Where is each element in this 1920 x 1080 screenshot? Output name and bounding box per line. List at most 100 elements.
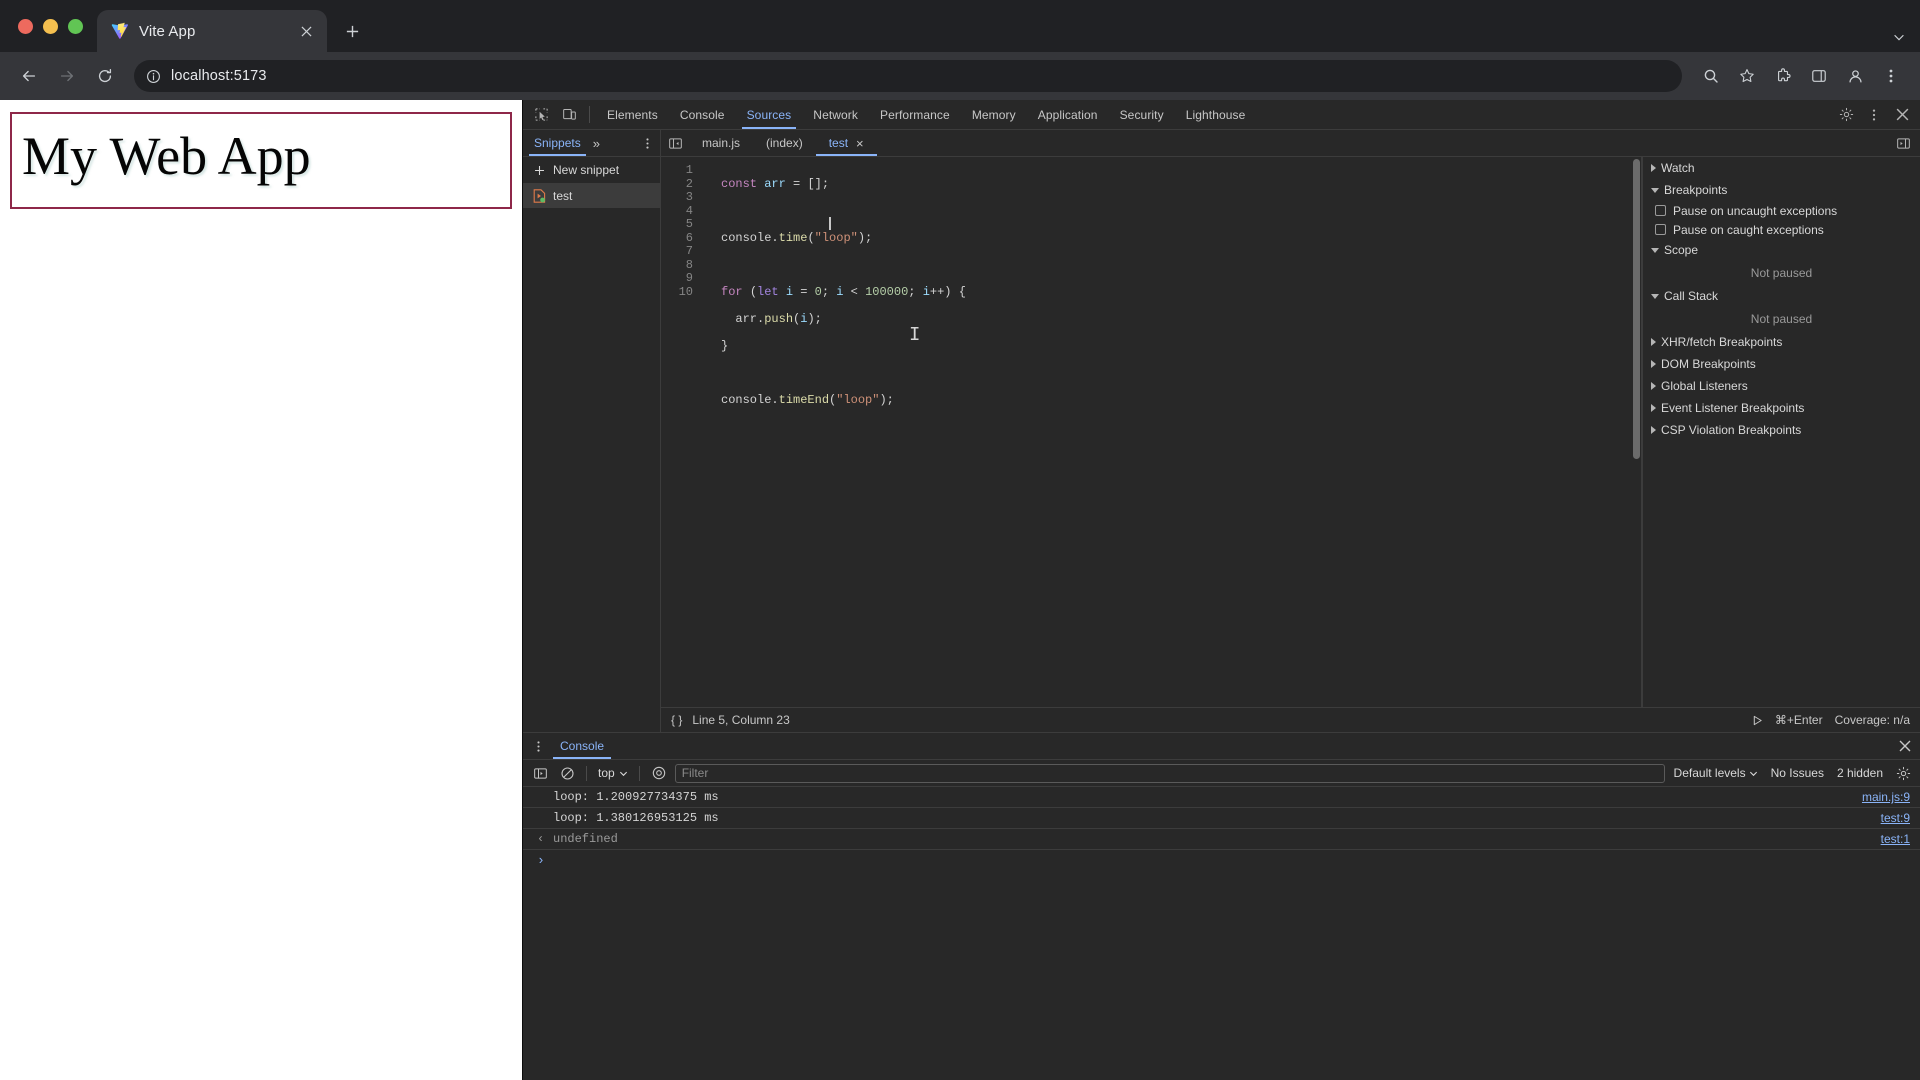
tab-label: Memory <box>971 107 1016 122</box>
profile-button[interactable] <box>1838 59 1872 93</box>
console-sidebar-toggle-button[interactable] <box>529 762 551 784</box>
back-button[interactable] <box>12 59 46 93</box>
format-code-button[interactable]: { } <box>671 713 682 727</box>
navigator-tab-label: Snippets <box>534 136 581 150</box>
message-source-link[interactable]: test:9 <box>1881 811 1910 825</box>
hidden-messages-count[interactable]: 2 hidden <box>1833 766 1887 780</box>
pause-uncaught-row[interactable]: Pause on uncaught exceptions <box>1643 201 1920 220</box>
section-label: DOM Breakpoints <box>1661 357 1756 371</box>
pause-caught-label: Pause on caught exceptions <box>1673 222 1824 237</box>
tab-sources[interactable]: Sources <box>736 100 803 129</box>
device-toolbar-button[interactable] <box>555 100 583 129</box>
inspect-cursor-icon <box>534 108 548 121</box>
tab-memory[interactable]: Memory <box>961 100 1027 129</box>
pause-caught-row[interactable]: Pause on caught exceptions <box>1643 220 1920 239</box>
section-label: CSP Violation Breakpoints <box>1661 423 1802 437</box>
section-global-listeners[interactable]: Global Listeners <box>1643 375 1920 397</box>
callstack-status: Not paused <box>1750 312 1813 326</box>
minimize-window-button[interactable] <box>43 18 58 34</box>
address-bar[interactable]: localhost:5173 <box>134 60 1682 92</box>
new-tab-button[interactable] <box>335 14 369 48</box>
pause-caught-checkbox[interactable] <box>1655 224 1666 235</box>
new-snippet-button[interactable]: New snippet <box>523 157 660 183</box>
chrome-menu-button[interactable] <box>1874 59 1908 93</box>
navigator-more-tabs-button[interactable]: » <box>588 130 605 156</box>
close-file-tab-button[interactable]: × <box>856 137 864 150</box>
section-event-listener-breakpoints[interactable]: Event Listener Breakpoints <box>1643 397 1920 419</box>
run-snippet-button[interactable] <box>1752 715 1763 726</box>
section-label: Scope <box>1664 243 1699 257</box>
section-dom-breakpoints[interactable]: DOM Breakpoints <box>1643 353 1920 375</box>
drawer-tab-console[interactable]: Console <box>549 733 615 759</box>
devtools-more-button[interactable] <box>1860 108 1888 122</box>
tab-console[interactable]: Console <box>669 100 736 129</box>
bookmark-button[interactable] <box>1730 59 1764 93</box>
console-message-row[interactable]: loop: 1.380126953125 ms test:9 <box>523 808 1920 829</box>
section-xhr-breakpoints[interactable]: XHR/fetch Breakpoints <box>1643 331 1920 353</box>
message-arrow: ‹ <box>537 832 545 846</box>
close-drawer-button[interactable] <box>1898 739 1912 753</box>
tab-label: Network <box>813 107 859 122</box>
extensions-button[interactable] <box>1766 59 1800 93</box>
close-tab-button[interactable] <box>295 20 317 42</box>
console-message-row[interactable]: ‹ undefined test:1 <box>523 829 1920 850</box>
navigator-menu-button[interactable] <box>635 130 660 156</box>
maximize-window-button[interactable] <box>68 18 83 34</box>
gear-icon <box>1839 107 1853 122</box>
clear-console-button[interactable] <box>556 762 578 784</box>
message-source-link[interactable]: main.js:9 <box>1862 790 1910 804</box>
live-expression-button[interactable] <box>648 762 670 784</box>
section-csp-violation-breakpoints[interactable]: CSP Violation Breakpoints <box>1643 419 1920 441</box>
navigator-tab-snippets[interactable]: Snippets <box>527 130 588 156</box>
reload-button[interactable] <box>88 59 122 93</box>
code-editor[interactable]: 1 2 3 4 5 6 7 8 9 10 const arr = []; con… <box>661 157 1642 707</box>
tab-elements[interactable]: Elements <box>596 100 669 129</box>
tab-network[interactable]: Network <box>802 100 869 129</box>
devtools-close-button[interactable] <box>1888 107 1916 122</box>
console-filter-input[interactable] <box>674 763 1665 783</box>
plus-icon <box>346 25 358 37</box>
execution-context-selector[interactable]: top <box>595 766 631 780</box>
file-tab-test[interactable]: test × <box>815 130 877 156</box>
section-breakpoints[interactable]: Breakpoints <box>1643 179 1920 201</box>
section-call-stack[interactable]: Call Stack <box>1643 285 1920 307</box>
file-tab-index[interactable]: (index) <box>753 130 816 156</box>
section-watch[interactable]: Watch <box>1643 157 1920 179</box>
chevron-down-icon <box>1651 293 1659 299</box>
tab-search-button[interactable] <box>1892 30 1906 44</box>
section-scope[interactable]: Scope <box>1643 239 1920 261</box>
pause-uncaught-checkbox[interactable] <box>1655 205 1666 216</box>
tab-security[interactable]: Security <box>1109 100 1175 129</box>
file-tab-mainjs[interactable]: main.js <box>689 130 753 156</box>
message-source-link[interactable]: test:1 <box>1881 832 1910 846</box>
tab-performance[interactable]: Performance <box>869 100 961 129</box>
console-prompt[interactable]: › <box>523 850 1920 871</box>
toggle-navigator-button[interactable] <box>661 130 689 156</box>
code-content[interactable]: const arr = []; console.time("loop"); fo… <box>701 157 1641 707</box>
tab-application[interactable]: Application <box>1027 100 1109 129</box>
chevron-down-icon <box>1894 34 1904 41</box>
browser-tab[interactable]: Vite App <box>97 10 327 52</box>
tab-lighthouse[interactable]: Lighthouse <box>1175 100 1257 129</box>
devtools-settings-button[interactable] <box>1832 107 1860 122</box>
issues-status[interactable]: No Issues <box>1767 766 1828 780</box>
window-controls <box>14 0 97 52</box>
toggle-debugger-sidebar-button[interactable] <box>1889 136 1917 151</box>
snippet-item-test[interactable]: test <box>523 183 660 208</box>
drawer-menu-button[interactable] <box>527 733 549 759</box>
chevron-down-icon <box>1749 771 1757 776</box>
chevron-down-icon <box>1651 187 1659 193</box>
close-window-button[interactable] <box>18 18 33 34</box>
chevron-down-icon <box>619 771 627 776</box>
toolbar-divider <box>586 765 587 781</box>
zoom-search-button[interactable] <box>1694 59 1728 93</box>
section-label: Global Listeners <box>1661 379 1748 393</box>
forward-button[interactable] <box>50 59 84 93</box>
editor-scrollbar[interactable] <box>1633 159 1640 459</box>
log-levels-selector[interactable]: Default levels <box>1670 766 1762 780</box>
console-message-row[interactable]: loop: 1.200927734375 ms main.js:9 <box>523 787 1920 808</box>
inspect-element-button[interactable] <box>527 100 555 129</box>
sidepanel-button[interactable] <box>1802 59 1836 93</box>
console-settings-button[interactable] <box>1892 762 1914 784</box>
